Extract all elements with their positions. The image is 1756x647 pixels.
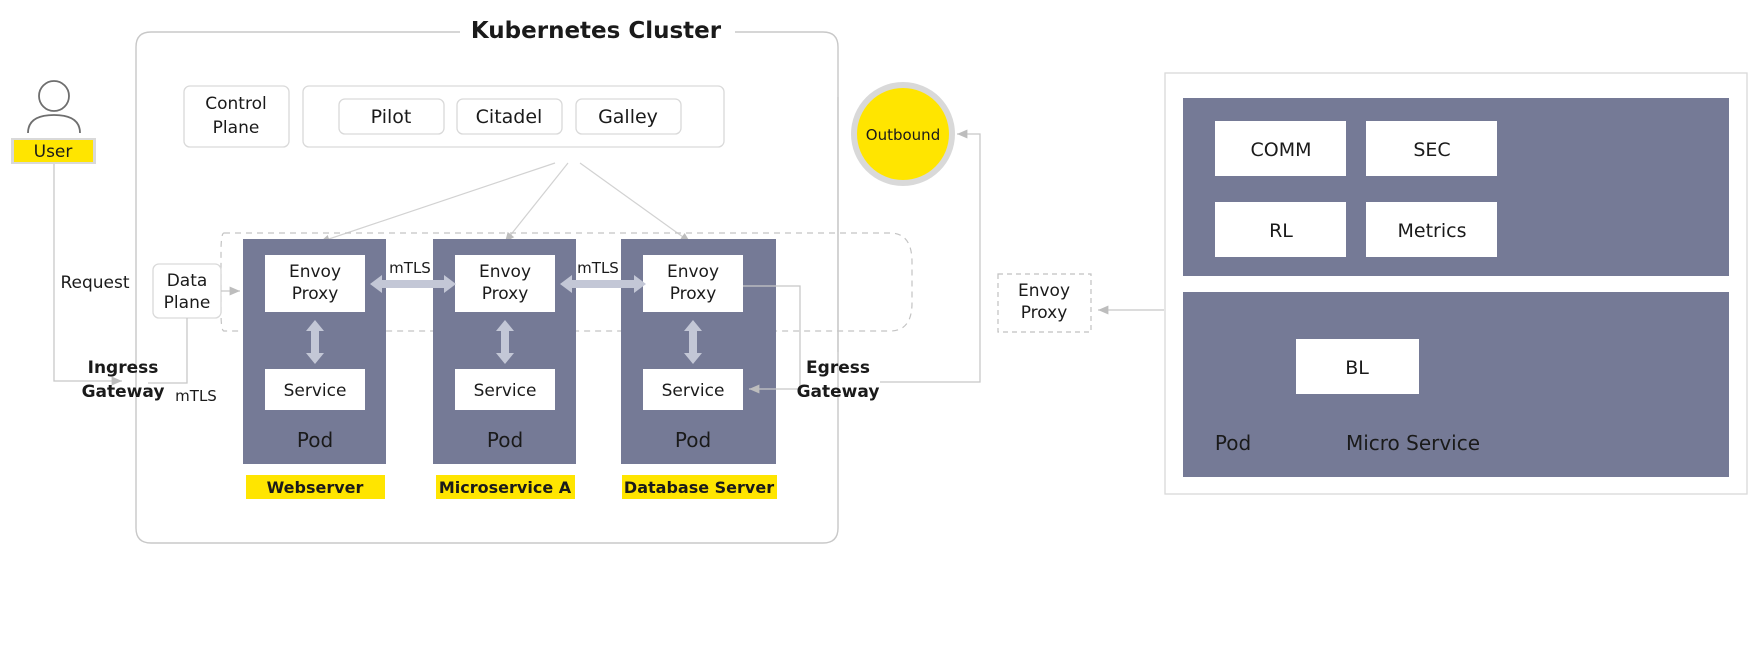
pod-webserver-service-label: Service xyxy=(284,381,347,401)
mtls-label-2: mTLS xyxy=(577,259,619,277)
right-panel-module-bl-label: BL xyxy=(1345,357,1369,379)
right-panel-module-metrics[interactable]: Metrics xyxy=(1366,202,1497,257)
right-panel-module-comm-label: COMM xyxy=(1250,139,1311,161)
pod-microservice-a-service-label: Service xyxy=(474,381,537,401)
user-label-text: User xyxy=(34,142,73,162)
control-plane-component-galley[interactable]: Galley xyxy=(575,98,682,135)
control-plane-component-citadel-label: Citadel xyxy=(476,106,543,128)
pod-webserver-envoy-line2: Proxy xyxy=(292,284,339,304)
right-panel-pod-label: Pod xyxy=(1215,431,1251,455)
pod-microservice-a-pod-label: Pod xyxy=(487,428,523,452)
pod-microservice-a-envoy-line2: Proxy xyxy=(482,284,529,304)
pod-microservice-a-tag: Microservice A xyxy=(436,475,575,499)
pod-database-server-tag: Database Server xyxy=(622,475,777,499)
control-plane-fanout-connectors xyxy=(319,162,691,243)
control-plane-component-galley-label: Galley xyxy=(598,106,658,128)
sidecar-envoy-line2: Proxy xyxy=(1021,303,1068,323)
ingress-gateway-label-line2: Gateway xyxy=(82,382,165,402)
pod-microservice-a-envoy-proxy[interactable]: Envoy Proxy xyxy=(455,255,555,312)
cluster-title: Kubernetes Cluster xyxy=(471,18,722,44)
pod-database-server: Envoy Proxy Service Pod xyxy=(621,239,776,464)
data-plane-label-line2: Plane xyxy=(164,293,211,313)
pod-database-server-pod-label: Pod xyxy=(675,428,711,452)
right-panel-module-sec-label: SEC xyxy=(1413,139,1450,161)
outbound-label: Outbound xyxy=(866,126,940,144)
egress-gateway-label-line2: Gateway xyxy=(797,382,880,402)
pod-webserver-envoy-line1: Envoy xyxy=(289,262,341,282)
pod-microservice-a-envoy-line1: Envoy xyxy=(479,262,531,282)
pod-database-server-envoy-proxy[interactable]: Envoy Proxy xyxy=(643,255,743,312)
right-panel-module-rl[interactable]: RL xyxy=(1215,202,1346,257)
control-plane-box: Control Plane xyxy=(183,85,290,148)
pod-database-server-envoy-line1: Envoy xyxy=(667,262,719,282)
right-panel-module-bl[interactable]: BL xyxy=(1296,339,1419,394)
control-plane-component-citadel[interactable]: Citadel xyxy=(456,98,563,135)
diagram-canvas: Kubernetes Cluster User Request Ingress … xyxy=(0,0,1756,647)
mtls-ingress-label: mTLS xyxy=(175,387,217,405)
user-label: User xyxy=(11,138,96,164)
right-panel-module-metrics-label: Metrics xyxy=(1398,220,1467,242)
data-plane-box: Data Plane xyxy=(152,263,222,319)
right-panel-container: COMM SEC RL Metrics BL Pod Micro Service xyxy=(1164,72,1748,495)
right-panel-module-rl-label: RL xyxy=(1269,220,1293,242)
control-plane-component-pilot[interactable]: Pilot xyxy=(338,98,445,135)
pod-microservice-a-tag-label: Microservice A xyxy=(439,478,572,497)
egress-gateway-label-line1: Egress xyxy=(806,358,870,378)
ingress-gateway-label-line1: Ingress xyxy=(88,358,159,378)
pod-database-server-service[interactable]: Service xyxy=(643,369,743,410)
pod-database-server-service-label: Service xyxy=(662,381,725,401)
right-panel-service-label: Micro Service xyxy=(1346,431,1480,455)
right-panel-module-sec[interactable]: SEC xyxy=(1366,121,1497,176)
control-plane-components-group: Pilot Citadel Galley xyxy=(302,85,725,148)
pod-webserver-envoy-proxy[interactable]: Envoy Proxy xyxy=(265,255,365,312)
outbound-node[interactable]: Outbound xyxy=(851,82,955,186)
pod-database-server-envoy-line2: Proxy xyxy=(670,284,717,304)
control-plane-label-line1: Control xyxy=(205,94,266,114)
control-plane-component-pilot-label: Pilot xyxy=(371,106,412,128)
data-plane-label-line1: Data xyxy=(167,271,208,291)
sidecar-envoy-proxy[interactable]: Envoy Proxy xyxy=(997,273,1092,333)
sidecar-envoy-line1: Envoy xyxy=(1018,281,1070,301)
person-icon xyxy=(27,80,81,134)
request-label: Request xyxy=(60,273,129,293)
mtls-label-1: mTLS xyxy=(389,259,431,277)
pod-webserver-pod-label: Pod xyxy=(297,428,333,452)
pod-webserver-tag-label: Webserver xyxy=(267,478,364,497)
control-plane-label-line2: Plane xyxy=(213,118,260,138)
right-panel-module-comm[interactable]: COMM xyxy=(1215,121,1346,176)
pod-database-server-tag-label: Database Server xyxy=(624,478,774,497)
pod-webserver: Envoy Proxy Service Pod xyxy=(243,239,386,464)
pod-webserver-service[interactable]: Service xyxy=(265,369,365,410)
pod-microservice-a-service[interactable]: Service xyxy=(455,369,555,410)
pod-microservice-a: Envoy Proxy Service Pod xyxy=(433,239,576,464)
pod-webserver-tag: Webserver xyxy=(246,475,385,499)
